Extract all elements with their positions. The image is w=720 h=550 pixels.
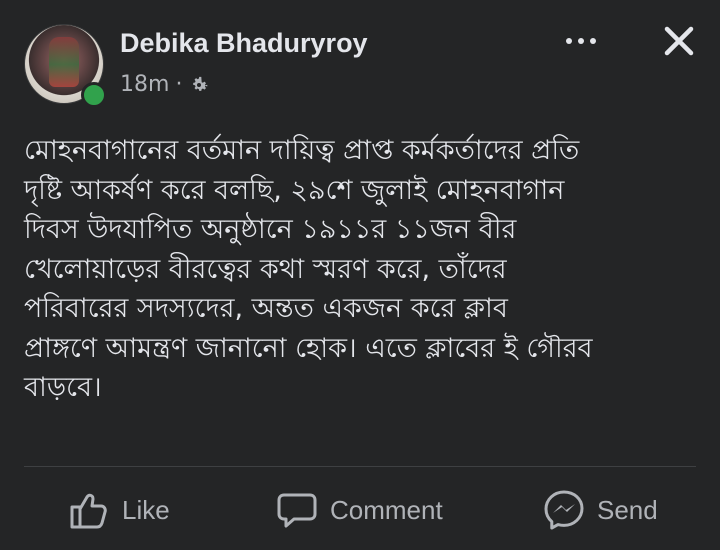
- close-icon[interactable]: [662, 24, 696, 58]
- post-actions: Like Comment Send: [0, 467, 720, 550]
- more-options-icon[interactable]: [566, 34, 606, 48]
- like-label: Like: [122, 494, 170, 525]
- gear-icon[interactable]: [188, 74, 210, 96]
- comment-label: Comment: [330, 494, 443, 525]
- comment-button[interactable]: Comment: [276, 489, 443, 531]
- post-meta: 18m ·: [120, 72, 210, 97]
- post-header: Debika Bhaduryroy 18m ·: [0, 0, 720, 110]
- avatar[interactable]: [24, 24, 107, 108]
- post-body: মোহনবাগানের বর্তমান দায়িত্ব প্রাপ্ত কর্…: [24, 135, 593, 403]
- send-label: Send: [597, 494, 658, 525]
- like-button[interactable]: Like: [68, 489, 170, 531]
- author-name[interactable]: Debika Bhaduryroy: [120, 28, 368, 59]
- messenger-icon: [544, 490, 584, 530]
- thumbs-up-icon: [70, 493, 107, 529]
- dot: [566, 38, 572, 44]
- meta-separator: ·: [175, 72, 183, 97]
- post-time[interactable]: 18m: [120, 72, 169, 97]
- dot: [590, 38, 596, 44]
- send-button[interactable]: Send: [543, 489, 658, 531]
- online-status-icon: [81, 82, 107, 108]
- dot: [578, 38, 584, 44]
- avatar-figure: [49, 37, 79, 87]
- comment-icon: [277, 493, 317, 528]
